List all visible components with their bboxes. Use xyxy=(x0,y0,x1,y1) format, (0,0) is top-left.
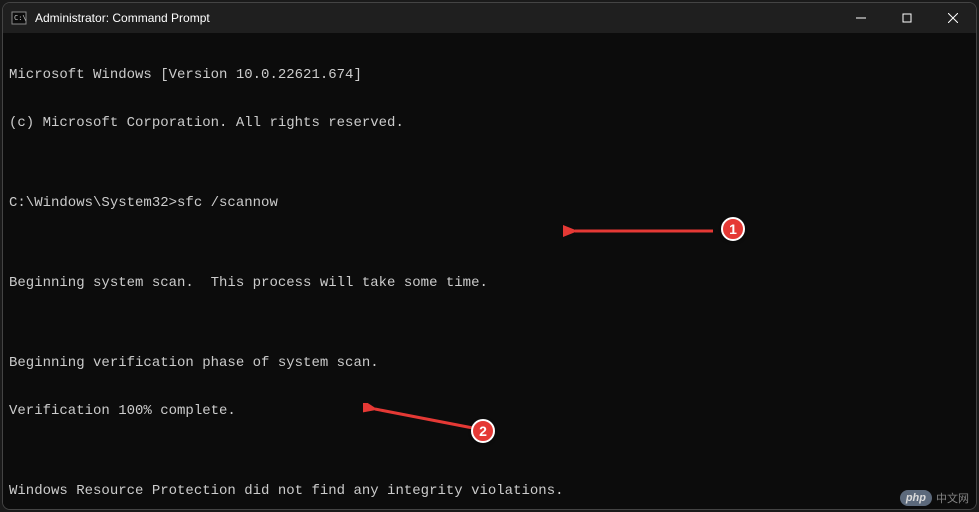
annotation-badge-1: 1 xyxy=(721,217,745,241)
window-controls xyxy=(838,3,976,33)
annotation-arrow-1 xyxy=(563,221,723,241)
cmd-icon: C:\ xyxy=(11,10,27,26)
output-line: C:\Windows\System32>sfc /scannow xyxy=(9,195,970,211)
titlebar[interactable]: C:\ Administrator: Command Prompt xyxy=(3,3,976,33)
terminal-output[interactable]: Microsoft Windows [Version 10.0.22621.67… xyxy=(3,33,976,509)
output-line: Microsoft Windows [Version 10.0.22621.67… xyxy=(9,67,970,83)
watermark-logo: php xyxy=(900,490,932,506)
output-line: Beginning system scan. This process will… xyxy=(9,275,970,291)
minimize-button[interactable] xyxy=(838,3,884,33)
annotation-badge-2: 2 xyxy=(471,419,495,443)
command-prompt-window: C:\ Administrator: Command Prompt Micros… xyxy=(2,2,977,510)
maximize-button[interactable] xyxy=(884,3,930,33)
svg-text:C:\: C:\ xyxy=(14,14,27,22)
watermark-text: 中文网 xyxy=(936,490,969,506)
watermark: php 中文网 xyxy=(900,490,969,506)
output-line: Beginning verification phase of system s… xyxy=(9,355,970,371)
output-line: Windows Resource Protection did not find… xyxy=(9,483,970,499)
output-line: Verification 100% complete. xyxy=(9,403,970,419)
annotation-arrow-2 xyxy=(363,403,483,433)
window-title: Administrator: Command Prompt xyxy=(35,11,838,25)
output-line: (c) Microsoft Corporation. All rights re… xyxy=(9,115,970,131)
close-button[interactable] xyxy=(930,3,976,33)
